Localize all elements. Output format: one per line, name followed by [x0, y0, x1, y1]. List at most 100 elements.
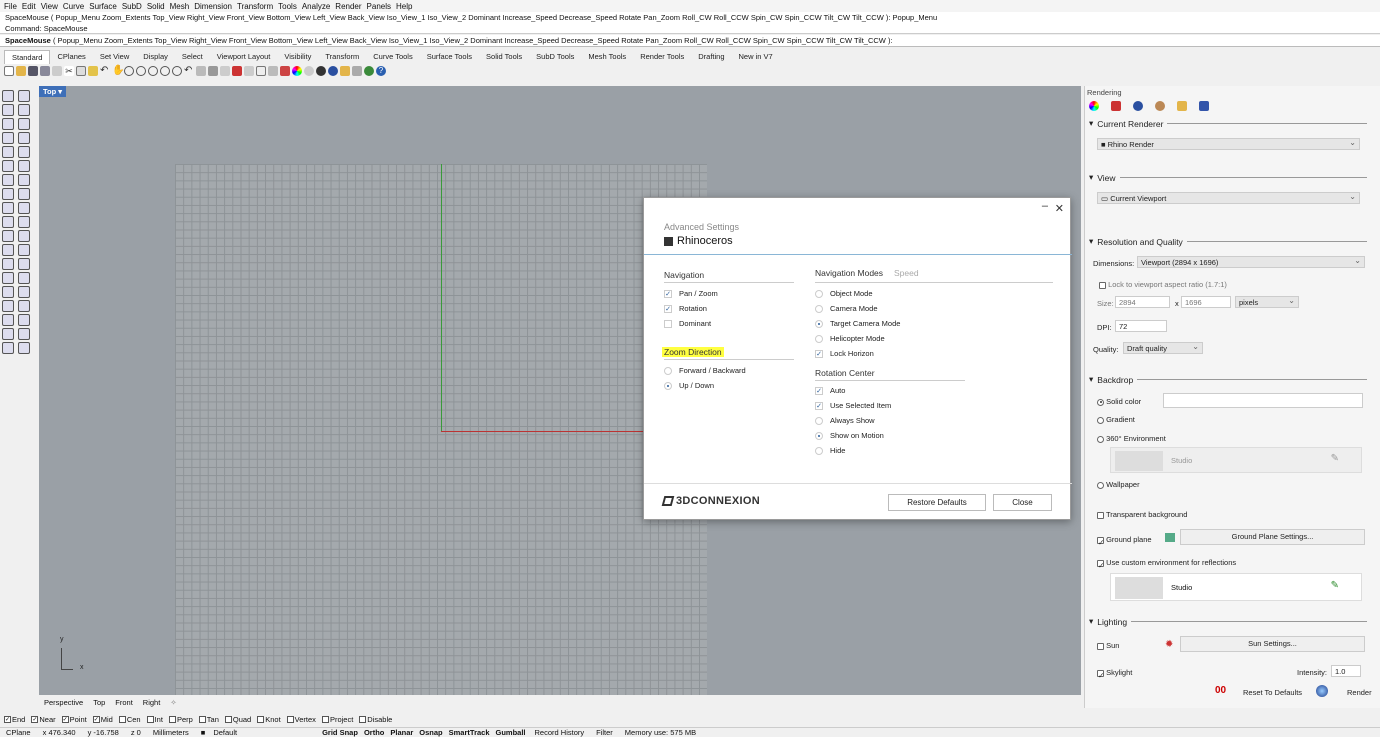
hatch-icon[interactable] — [2, 300, 14, 312]
menu-surface[interactable]: Surface — [89, 2, 117, 11]
render-preview-icon[interactable] — [304, 66, 314, 76]
environment-selector[interactable]: Studio ✎ — [1110, 447, 1362, 473]
save-icon[interactable] — [28, 66, 38, 76]
tab-mesh-tools[interactable]: Mesh Tools — [581, 50, 633, 63]
forward-backward-radio[interactable]: Forward / Backward — [664, 366, 746, 375]
trim-icon[interactable] — [2, 216, 14, 228]
sun-checkbox[interactable]: Sun — [1097, 641, 1119, 650]
view-header[interactable]: ▾ View — [1089, 172, 1367, 183]
rendered-icon[interactable] — [328, 66, 338, 76]
backdrop-header[interactable]: ▾ Backdrop — [1089, 374, 1367, 385]
menu-help[interactable]: Help — [396, 2, 412, 11]
use-selected-item-checkbox[interactable]: ✓ Use Selected Item — [815, 401, 891, 410]
copy-object-icon[interactable] — [18, 244, 30, 256]
render-icon[interactable] — [2, 328, 14, 340]
tab-render-tools[interactable]: Render Tools — [633, 50, 691, 63]
show-on-motion-radio[interactable]: Show on Motion — [815, 431, 884, 440]
osnap-knot[interactable]: Knot — [257, 715, 281, 724]
minimize-icon[interactable]: – — [1042, 200, 1048, 212]
freeform-icon[interactable] — [18, 146, 30, 158]
osnap-tan[interactable]: Tan — [198, 715, 219, 724]
tab-display[interactable]: Display — [136, 50, 175, 63]
custom-environment-selector[interactable]: Studio ✎ — [1110, 573, 1362, 601]
boolean-icon[interactable] — [2, 202, 14, 214]
tab-perspective[interactable]: Perspective — [39, 698, 88, 707]
reset-defaults-button[interactable]: Reset To Defaults — [1243, 688, 1302, 697]
osnap-int[interactable]: Int — [146, 715, 163, 724]
ground-plane-checkbox[interactable]: ✓ Ground plane — [1097, 535, 1152, 547]
close-icon[interactable]: ✕ — [1055, 202, 1064, 215]
circle-icon[interactable] — [2, 118, 14, 130]
cut-icon[interactable]: ✂ — [64, 66, 74, 76]
transparent-checkbox[interactable]: Transparent background — [1097, 510, 1187, 519]
pen-icon[interactable] — [18, 342, 30, 354]
mesh-icon[interactable] — [18, 188, 30, 200]
skylight-checkbox[interactable]: ✓ Skylight — [1097, 668, 1132, 680]
solid-color-swatch[interactable] — [1163, 393, 1363, 408]
toggle-filter[interactable]: Filter — [590, 728, 619, 737]
tab-new-in-v7[interactable]: New in V7 — [732, 50, 780, 63]
tab-right[interactable]: Right — [138, 698, 166, 707]
surface-icon[interactable] — [2, 160, 14, 172]
undo-view-icon[interactable]: ↶ — [184, 66, 194, 76]
command-options[interactable]: ( Popup_Menu Zoom_Extents Top_View Right… — [53, 36, 893, 45]
osnap-mid[interactable]: ✓ Mid — [92, 715, 113, 724]
tab-standard[interactable]: Standard — [4, 49, 51, 64]
fillet-icon[interactable] — [18, 202, 30, 214]
layer-icon[interactable] — [2, 314, 14, 326]
resolution-header[interactable]: ▾ Resolution and Quality — [1089, 236, 1367, 247]
mirror-icon[interactable] — [2, 272, 14, 284]
zoom-window-icon[interactable] — [148, 66, 158, 76]
gradient-radio[interactable]: Gradient — [1097, 415, 1135, 424]
menu-panels[interactable]: Panels — [367, 2, 391, 11]
intensity-input[interactable]: 1.0 — [1331, 665, 1361, 677]
status-cplane[interactable]: CPlane — [0, 728, 37, 737]
extrude-icon[interactable] — [18, 160, 30, 172]
join-icon[interactable] — [2, 230, 14, 242]
environments-tab-icon[interactable] — [1133, 101, 1143, 111]
zoom-extents-icon[interactable] — [160, 66, 170, 76]
tab-speed[interactable]: Speed — [894, 268, 919, 278]
menu-curve[interactable]: Curve — [63, 2, 84, 11]
menu-dimension[interactable]: Dimension — [194, 2, 232, 11]
object-mode-radio[interactable]: Object Mode — [815, 289, 873, 298]
tab-subd-tools[interactable]: SubD Tools — [529, 50, 581, 63]
target-camera-mode-radio[interactable]: Target Camera Mode — [815, 319, 900, 328]
rotate-icon[interactable] — [2, 258, 14, 270]
toggle-smarttrack[interactable]: SmartTrack — [446, 728, 493, 737]
line-icon[interactable] — [2, 104, 14, 116]
dominant-checkbox[interactable]: Dominant — [664, 319, 711, 328]
analyze-icon[interactable] — [18, 314, 30, 326]
ground-plane-settings-button[interactable]: Ground Plane Settings... — [1180, 529, 1365, 545]
tab-transform[interactable]: Transform — [318, 50, 366, 63]
help-icon[interactable]: ? — [376, 66, 386, 76]
close-button[interactable]: Close — [993, 494, 1052, 511]
lock-aspect-checkbox[interactable]: Lock to viewport aspect ratio (1.7:1) — [1099, 280, 1227, 289]
toggle-gumball[interactable]: Gumball — [493, 728, 529, 737]
up-down-radio[interactable]: Up / Down — [664, 381, 714, 390]
dpi-input[interactable]: 72 — [1115, 320, 1167, 332]
paste-icon[interactable] — [88, 66, 98, 76]
sun-settings-button[interactable]: Sun Settings... — [1180, 636, 1365, 652]
helicopter-mode-radio[interactable]: Helicopter Mode — [815, 334, 885, 343]
environment-radio[interactable]: 360° Environment — [1097, 434, 1166, 443]
explode-icon[interactable] — [18, 230, 30, 242]
arc-icon[interactable] — [18, 118, 30, 130]
dimensions-dropdown[interactable]: Viewport (2894 x 1696) — [1137, 255, 1365, 268]
cylinder-icon[interactable] — [2, 188, 14, 200]
tab-front[interactable]: Front — [110, 698, 138, 707]
quality-dropdown[interactable]: Draft quality — [1123, 341, 1203, 354]
osnap-vertex[interactable]: Vertex — [286, 715, 316, 724]
lock-horizon-checkbox[interactable]: ✓ Lock Horizon — [815, 349, 874, 358]
viewport-title[interactable]: Top ▾ — [39, 86, 67, 97]
command-history[interactable]: SpaceMouse ( Popup_Menu Zoom_Extents Top… — [0, 12, 1380, 34]
menu-tools[interactable]: Tools — [278, 2, 297, 11]
restore-defaults-button[interactable]: Restore Defaults — [888, 494, 986, 511]
text-icon[interactable] — [2, 286, 14, 298]
point-icon[interactable] — [18, 90, 30, 102]
select-arrow-icon[interactable] — [2, 90, 14, 102]
libraries-tab-icon[interactable] — [1177, 101, 1187, 111]
scale-icon[interactable] — [18, 258, 30, 270]
size-unit-dropdown[interactable]: pixels — [1235, 295, 1299, 308]
solid-color-radio[interactable]: Solid color — [1097, 397, 1141, 406]
